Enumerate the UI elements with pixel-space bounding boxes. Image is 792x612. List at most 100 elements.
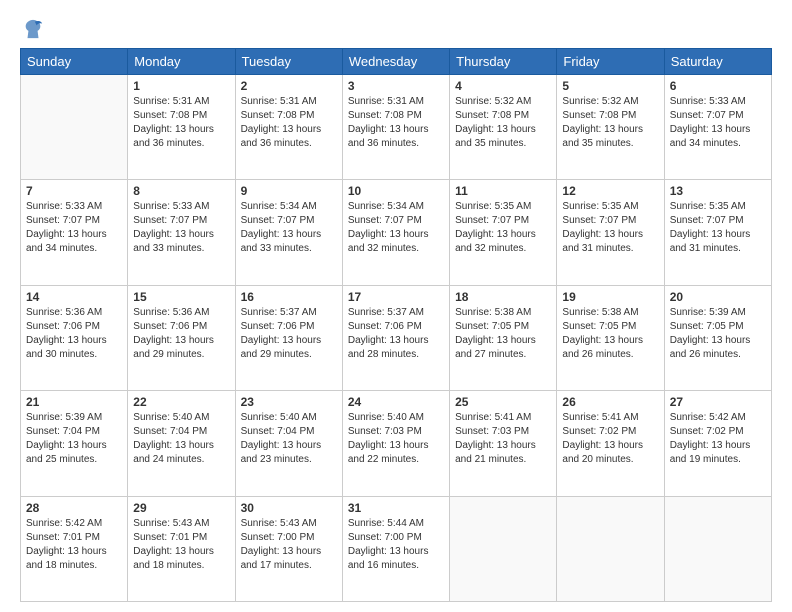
calendar-cell xyxy=(450,496,557,601)
day-number: 12 xyxy=(562,184,658,198)
daylight-label: Daylight: 13 hours and 24 minutes. xyxy=(133,440,214,465)
day-number: 7 xyxy=(26,184,122,198)
daylight-label: Daylight: 13 hours and 18 minutes. xyxy=(133,546,214,571)
daylight-label: Daylight: 13 hours and 31 minutes. xyxy=(562,229,643,254)
sunrise-label: Sunrise: 5:38 AM xyxy=(562,307,638,318)
daylight-label: Daylight: 13 hours and 27 minutes. xyxy=(455,335,536,360)
daylight-label: Daylight: 13 hours and 20 minutes. xyxy=(562,440,643,465)
calendar-cell: 12 Sunrise: 5:35 AM Sunset: 7:07 PM Dayl… xyxy=(557,180,664,285)
sunset-label: Sunset: 7:00 PM xyxy=(348,532,422,543)
daylight-label: Daylight: 13 hours and 17 minutes. xyxy=(241,546,322,571)
day-info: Sunrise: 5:41 AM Sunset: 7:02 PM Dayligh… xyxy=(562,411,658,467)
weekday-header: Friday xyxy=(557,49,664,75)
logo xyxy=(20,18,44,40)
sunrise-label: Sunrise: 5:39 AM xyxy=(26,412,102,423)
calendar-cell: 17 Sunrise: 5:37 AM Sunset: 7:06 PM Dayl… xyxy=(342,285,449,390)
sunset-label: Sunset: 7:08 PM xyxy=(562,110,636,121)
sunrise-label: Sunrise: 5:40 AM xyxy=(348,412,424,423)
daylight-label: Daylight: 13 hours and 22 minutes. xyxy=(348,440,429,465)
sunrise-label: Sunrise: 5:31 AM xyxy=(348,96,424,107)
day-info: Sunrise: 5:43 AM Sunset: 7:01 PM Dayligh… xyxy=(133,517,229,573)
header xyxy=(20,18,772,40)
sunset-label: Sunset: 7:02 PM xyxy=(670,426,744,437)
day-number: 13 xyxy=(670,184,766,198)
day-number: 17 xyxy=(348,290,444,304)
calendar-cell: 3 Sunrise: 5:31 AM Sunset: 7:08 PM Dayli… xyxy=(342,75,449,180)
day-info: Sunrise: 5:31 AM Sunset: 7:08 PM Dayligh… xyxy=(241,95,337,151)
daylight-label: Daylight: 13 hours and 21 minutes. xyxy=(455,440,536,465)
day-number: 5 xyxy=(562,79,658,93)
calendar-cell: 31 Sunrise: 5:44 AM Sunset: 7:00 PM Dayl… xyxy=(342,496,449,601)
day-number: 27 xyxy=(670,395,766,409)
sunset-label: Sunset: 7:07 PM xyxy=(670,215,744,226)
day-info: Sunrise: 5:37 AM Sunset: 7:06 PM Dayligh… xyxy=(348,306,444,362)
day-info: Sunrise: 5:40 AM Sunset: 7:03 PM Dayligh… xyxy=(348,411,444,467)
sunset-label: Sunset: 7:07 PM xyxy=(455,215,529,226)
calendar-cell: 30 Sunrise: 5:43 AM Sunset: 7:00 PM Dayl… xyxy=(235,496,342,601)
sunset-label: Sunset: 7:01 PM xyxy=(133,532,207,543)
calendar-cell: 8 Sunrise: 5:33 AM Sunset: 7:07 PM Dayli… xyxy=(128,180,235,285)
day-number: 3 xyxy=(348,79,444,93)
day-number: 20 xyxy=(670,290,766,304)
sunrise-label: Sunrise: 5:36 AM xyxy=(133,307,209,318)
sunrise-label: Sunrise: 5:39 AM xyxy=(670,307,746,318)
daylight-label: Daylight: 13 hours and 28 minutes. xyxy=(348,335,429,360)
day-info: Sunrise: 5:31 AM Sunset: 7:08 PM Dayligh… xyxy=(133,95,229,151)
daylight-label: Daylight: 13 hours and 29 minutes. xyxy=(241,335,322,360)
sunrise-label: Sunrise: 5:37 AM xyxy=(348,307,424,318)
day-info: Sunrise: 5:42 AM Sunset: 7:01 PM Dayligh… xyxy=(26,517,122,573)
sunset-label: Sunset: 7:06 PM xyxy=(348,321,422,332)
weekday-header: Tuesday xyxy=(235,49,342,75)
day-info: Sunrise: 5:33 AM Sunset: 7:07 PM Dayligh… xyxy=(670,95,766,151)
day-info: Sunrise: 5:41 AM Sunset: 7:03 PM Dayligh… xyxy=(455,411,551,467)
day-number: 16 xyxy=(241,290,337,304)
calendar-cell: 26 Sunrise: 5:41 AM Sunset: 7:02 PM Dayl… xyxy=(557,391,664,496)
sunrise-label: Sunrise: 5:36 AM xyxy=(26,307,102,318)
calendar-cell: 27 Sunrise: 5:42 AM Sunset: 7:02 PM Dayl… xyxy=(664,391,771,496)
daylight-label: Daylight: 13 hours and 33 minutes. xyxy=(133,229,214,254)
day-info: Sunrise: 5:40 AM Sunset: 7:04 PM Dayligh… xyxy=(133,411,229,467)
sunset-label: Sunset: 7:03 PM xyxy=(455,426,529,437)
daylight-label: Daylight: 13 hours and 19 minutes. xyxy=(670,440,751,465)
calendar-cell: 25 Sunrise: 5:41 AM Sunset: 7:03 PM Dayl… xyxy=(450,391,557,496)
day-number: 29 xyxy=(133,501,229,515)
daylight-label: Daylight: 13 hours and 32 minutes. xyxy=(348,229,429,254)
day-info: Sunrise: 5:35 AM Sunset: 7:07 PM Dayligh… xyxy=(562,200,658,256)
calendar-cell: 19 Sunrise: 5:38 AM Sunset: 7:05 PM Dayl… xyxy=(557,285,664,390)
calendar-cell: 10 Sunrise: 5:34 AM Sunset: 7:07 PM Dayl… xyxy=(342,180,449,285)
sunset-label: Sunset: 7:08 PM xyxy=(455,110,529,121)
day-info: Sunrise: 5:31 AM Sunset: 7:08 PM Dayligh… xyxy=(348,95,444,151)
sunset-label: Sunset: 7:07 PM xyxy=(26,215,100,226)
sunrise-label: Sunrise: 5:40 AM xyxy=(133,412,209,423)
sunset-label: Sunset: 7:08 PM xyxy=(133,110,207,121)
calendar-cell: 21 Sunrise: 5:39 AM Sunset: 7:04 PM Dayl… xyxy=(21,391,128,496)
sunrise-label: Sunrise: 5:32 AM xyxy=(455,96,531,107)
day-info: Sunrise: 5:43 AM Sunset: 7:00 PM Dayligh… xyxy=(241,517,337,573)
calendar-cell: 20 Sunrise: 5:39 AM Sunset: 7:05 PM Dayl… xyxy=(664,285,771,390)
daylight-label: Daylight: 13 hours and 26 minutes. xyxy=(562,335,643,360)
weekday-header: Monday xyxy=(128,49,235,75)
calendar-cell: 6 Sunrise: 5:33 AM Sunset: 7:07 PM Dayli… xyxy=(664,75,771,180)
calendar-cell: 11 Sunrise: 5:35 AM Sunset: 7:07 PM Dayl… xyxy=(450,180,557,285)
sunset-label: Sunset: 7:07 PM xyxy=(562,215,636,226)
calendar-body: 1 Sunrise: 5:31 AM Sunset: 7:08 PM Dayli… xyxy=(21,75,772,602)
day-number: 14 xyxy=(26,290,122,304)
day-info: Sunrise: 5:36 AM Sunset: 7:06 PM Dayligh… xyxy=(26,306,122,362)
sunrise-label: Sunrise: 5:44 AM xyxy=(348,518,424,529)
daylight-label: Daylight: 13 hours and 36 minutes. xyxy=(348,124,429,149)
sunrise-label: Sunrise: 5:33 AM xyxy=(26,201,102,212)
day-number: 2 xyxy=(241,79,337,93)
sunset-label: Sunset: 7:07 PM xyxy=(241,215,315,226)
calendar-cell: 22 Sunrise: 5:40 AM Sunset: 7:04 PM Dayl… xyxy=(128,391,235,496)
daylight-label: Daylight: 13 hours and 23 minutes. xyxy=(241,440,322,465)
daylight-label: Daylight: 13 hours and 35 minutes. xyxy=(562,124,643,149)
sunset-label: Sunset: 7:07 PM xyxy=(670,110,744,121)
sunrise-label: Sunrise: 5:41 AM xyxy=(455,412,531,423)
day-number: 28 xyxy=(26,501,122,515)
day-number: 25 xyxy=(455,395,551,409)
day-number: 15 xyxy=(133,290,229,304)
calendar-cell: 13 Sunrise: 5:35 AM Sunset: 7:07 PM Dayl… xyxy=(664,180,771,285)
calendar-cell: 23 Sunrise: 5:40 AM Sunset: 7:04 PM Dayl… xyxy=(235,391,342,496)
sunset-label: Sunset: 7:08 PM xyxy=(241,110,315,121)
day-number: 8 xyxy=(133,184,229,198)
